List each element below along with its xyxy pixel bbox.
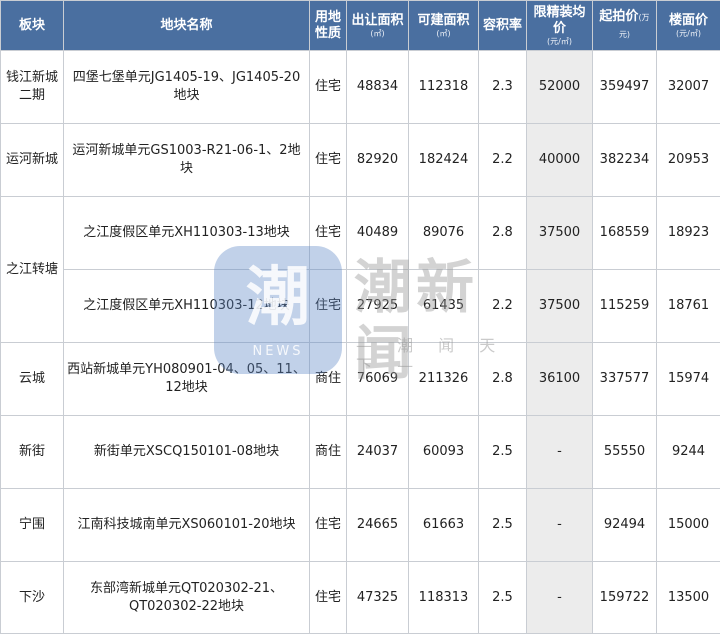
cell-buildable-area: 61663: [408, 488, 479, 562]
table-row: 之江转塘 之江度假区单元XH110303-13地块 住宅 40489 89076…: [0, 196, 720, 343]
header-plot-name: 地块名称: [63, 0, 310, 51]
cell-transfer-area: 76069: [346, 342, 409, 416]
cell-block: 宁围: [0, 488, 64, 562]
cell-floor-price: 13500: [656, 561, 720, 634]
cell-buildable-area: 118313: [408, 561, 479, 634]
cell-plot-ratio: 2.8: [478, 196, 527, 270]
cell-land-use: 住宅: [309, 488, 347, 562]
cell-plot-name: 运河新城单元GS1003-R21-06-1、2地块: [63, 123, 310, 197]
cell-start-price: 115259: [592, 269, 657, 343]
cell-transfer-area: 24665: [346, 488, 409, 562]
cell-plot-name: 新街单元XSCQ150101-08地块: [63, 415, 310, 489]
cell-floor-price: 18923: [656, 196, 720, 270]
cell-start-price: 382234: [592, 123, 657, 197]
cell-buildable-area: 182424: [408, 123, 479, 197]
cell-limit-price: 37500: [526, 196, 593, 270]
cell-start-price: 92494: [592, 488, 657, 562]
cell-block: 钱江新城 二期: [0, 50, 64, 124]
cell-land-use: 商住: [309, 415, 347, 489]
cell-land-use: 商住: [309, 342, 347, 416]
cell-plot-name: 四堡七堡单元JG1405-19、JG1405-20 地块: [63, 50, 310, 124]
land-auction-table: 板块 地块名称 用地 性质 出让面积 (㎡) 可建面积 (㎡) 容积率 限精装均价 (元…: [0, 0, 720, 634]
cell-land-use: 住宅: [309, 561, 347, 634]
table-row: 新街 新街单元XSCQ150101-08地块 商住 24037 60093 2.…: [0, 415, 720, 489]
header-limit-price: 限精装均价 (元/㎡): [526, 0, 593, 51]
cell-start-price: 168559: [592, 196, 657, 270]
cell-floor-price: 9244: [656, 415, 720, 489]
table-row: 云城 西站新城单元YH080901-04、05、11、 12地块 商住 76069…: [0, 342, 720, 416]
cell-plot-name: 江南科技城南单元XS060101-20地块: [63, 488, 310, 562]
cell-floor-price: 18761: [656, 269, 720, 343]
cell-plot-name: 西站新城单元YH080901-04、05、11、 12地块: [63, 342, 310, 416]
cell-plot-name: 之江度假区单元XH110303-13地块: [63, 196, 310, 270]
cell-land-use: 住宅: [309, 196, 347, 270]
cell-land-use: 住宅: [309, 50, 347, 124]
cell-transfer-area: 24037: [346, 415, 409, 489]
cell-plot-ratio: 2.5: [478, 488, 527, 562]
table-row: 之江度假区单元XH110303-12地块 住宅 27925 61435 2.2 …: [1, 269, 720, 343]
cell-block: 云城: [0, 342, 64, 416]
cell-land-use: 住宅: [309, 123, 347, 197]
header-plot-ratio: 容积率: [478, 0, 527, 51]
cell-block: 运河新城: [0, 123, 64, 197]
cell-transfer-area: 48834: [346, 50, 409, 124]
cell-limit-price: 36100: [526, 342, 593, 416]
cell-transfer-area: 82920: [346, 123, 409, 197]
cell-floor-price: 15000: [656, 488, 720, 562]
cell-floor-price: 15974: [656, 342, 720, 416]
cell-limit-price: -: [526, 415, 593, 489]
cell-block: 之江转塘: [0, 196, 64, 343]
header-transfer-area: 出让面积 (㎡): [346, 0, 409, 51]
header-row: 板块 地块名称 用地 性质 出让面积 (㎡) 可建面积 (㎡) 容积率 限精装均价 (元…: [0, 0, 720, 51]
table-row: 宁围 江南科技城南单元XS060101-20地块 住宅 24665 61663 …: [0, 488, 720, 562]
cell-limit-price: 37500: [526, 269, 593, 343]
cell-start-price: 337577: [592, 342, 657, 416]
cell-buildable-area: 60093: [408, 415, 479, 489]
cell-land-use: 住宅: [309, 269, 347, 343]
cell-block: 新街: [0, 415, 64, 489]
cell-plot-ratio: 2.8: [478, 342, 527, 416]
cell-buildable-area: 211326: [408, 342, 479, 416]
cell-buildable-area: 89076: [408, 196, 479, 270]
header-floor-price: 楼面价 (元/㎡): [656, 0, 720, 51]
table-row: 钱江新城 二期 四堡七堡单元JG1405-19、JG1405-20 地块 住宅 48…: [0, 50, 720, 124]
header-start-price: 起拍价(万元): [592, 0, 657, 51]
cell-transfer-area: 27925: [346, 269, 409, 343]
cell-limit-price: -: [526, 561, 593, 634]
table-row: 运河新城 运河新城单元GS1003-R21-06-1、2地块 住宅 82920 …: [0, 123, 720, 197]
cell-limit-price: 52000: [526, 50, 593, 124]
cell-transfer-area: 40489: [346, 196, 409, 270]
cell-floor-price: 32007: [656, 50, 720, 124]
header-buildable-area: 可建面积 (㎡): [408, 0, 479, 51]
cell-start-price: 359497: [592, 50, 657, 124]
cell-limit-price: -: [526, 488, 593, 562]
cell-buildable-area: 61435: [408, 269, 479, 343]
cell-buildable-area: 112318: [408, 50, 479, 124]
header-land-use: 用地 性质: [309, 0, 347, 51]
table-row: 下沙 东部湾新城单元QT020302-21、 QT020302-22地块 住宅 4…: [0, 561, 720, 634]
cell-plot-name: 东部湾新城单元QT020302-21、 QT020302-22地块: [63, 561, 310, 634]
cell-plot-ratio: 2.5: [478, 561, 527, 634]
cell-plot-name: 之江度假区单元XH110303-12地块: [63, 269, 310, 343]
cell-plot-ratio: 2.2: [478, 123, 527, 197]
cell-transfer-area: 47325: [346, 561, 409, 634]
header-block: 板块: [0, 0, 64, 51]
cell-start-price: 159722: [592, 561, 657, 634]
cell-plot-ratio: 2.5: [478, 415, 527, 489]
cell-floor-price: 20953: [656, 123, 720, 197]
cell-start-price: 55550: [592, 415, 657, 489]
cell-plot-ratio: 2.2: [478, 269, 527, 343]
cell-limit-price: 40000: [526, 123, 593, 197]
cell-plot-ratio: 2.3: [478, 50, 527, 124]
cell-block: 下沙: [0, 561, 64, 634]
